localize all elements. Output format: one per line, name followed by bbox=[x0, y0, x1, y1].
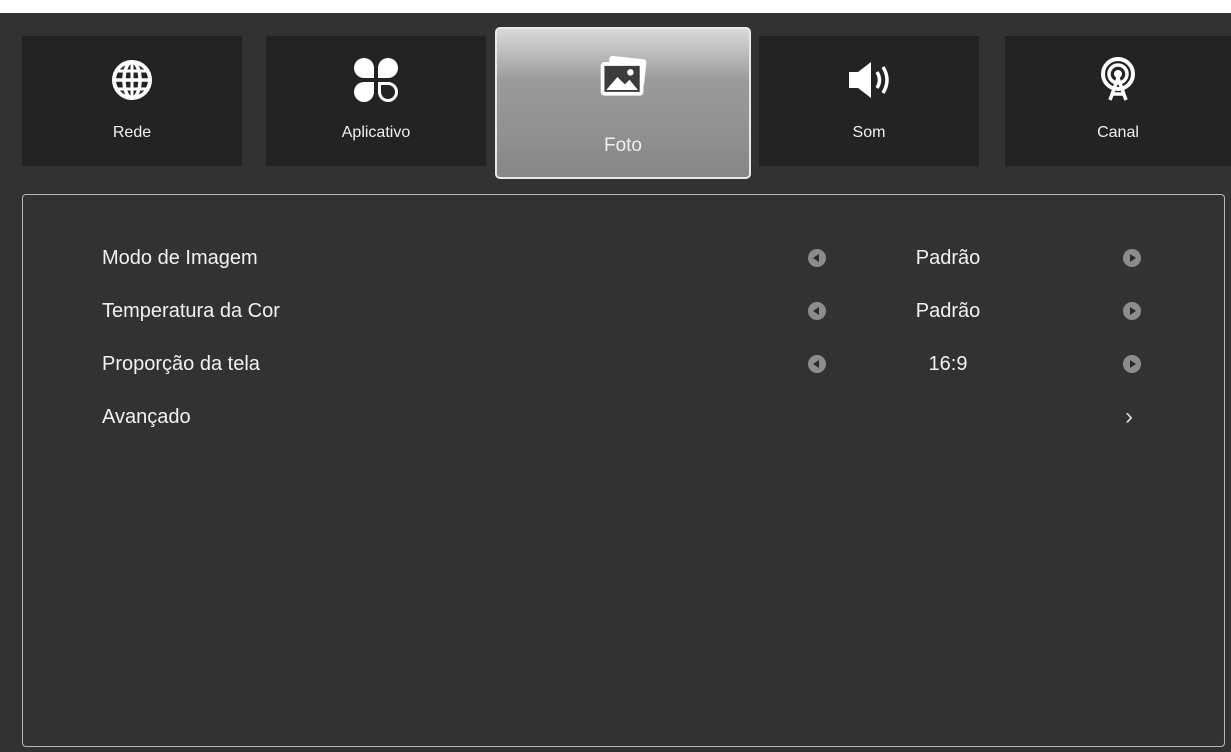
category-tabs: Rede Aplicativo Foto Som Canal bbox=[0, 13, 1231, 188]
arrow-right-icon[interactable] bbox=[1123, 249, 1141, 267]
arrow-left-icon[interactable] bbox=[808, 249, 826, 267]
arrow-left-icon[interactable] bbox=[808, 302, 826, 320]
tab-rede[interactable]: Rede bbox=[22, 36, 242, 166]
globe-icon bbox=[106, 54, 158, 106]
setting-label: Proporção da tela bbox=[102, 353, 260, 375]
arrow-right-icon[interactable] bbox=[1123, 355, 1141, 373]
tab-label: Som bbox=[852, 124, 886, 141]
tab-label: Aplicativo bbox=[341, 124, 411, 141]
setting-value: 16:9 bbox=[928, 353, 968, 375]
tab-label: Canal bbox=[1097, 124, 1139, 141]
tab-label: Foto bbox=[603, 135, 643, 156]
setting-value: Padrão bbox=[915, 300, 981, 322]
setting-label: Modo de Imagem bbox=[102, 247, 258, 269]
tab-canal[interactable]: Canal bbox=[1005, 36, 1231, 166]
arrow-right-icon[interactable] bbox=[1123, 302, 1141, 320]
antenna-icon bbox=[1092, 54, 1144, 106]
setting-label: Temperatura da Cor bbox=[102, 300, 280, 322]
tab-aplicativo[interactable]: Aplicativo bbox=[266, 36, 486, 166]
photo-icon bbox=[597, 51, 649, 103]
setting-row-temperatura-da-cor[interactable]: Temperatura da Cor Padrão bbox=[23, 291, 1224, 331]
tab-label: Rede bbox=[112, 124, 152, 141]
arrow-left-icon[interactable] bbox=[808, 355, 826, 373]
chevron-right-icon: › bbox=[1125, 403, 1133, 430]
setting-row-avancado[interactable]: Avançado › bbox=[23, 397, 1224, 437]
setting-label: Avançado bbox=[102, 406, 191, 428]
tab-foto[interactable]: Foto bbox=[495, 27, 751, 179]
speaker-icon bbox=[843, 54, 895, 106]
apps-icon bbox=[350, 54, 402, 106]
setting-row-modo-de-imagem[interactable]: Modo de Imagem Padrão bbox=[23, 238, 1224, 278]
picture-settings-panel: Modo de Imagem Padrão Temperatura da Cor… bbox=[22, 194, 1225, 747]
setting-row-proporcao-da-tela[interactable]: Proporção da tela 16:9 bbox=[23, 344, 1224, 384]
setting-value: Padrão bbox=[915, 247, 981, 269]
tab-som[interactable]: Som bbox=[759, 36, 979, 166]
tv-settings-screen: Rede Aplicativo Foto Som Canal Modo de I… bbox=[0, 13, 1231, 752]
